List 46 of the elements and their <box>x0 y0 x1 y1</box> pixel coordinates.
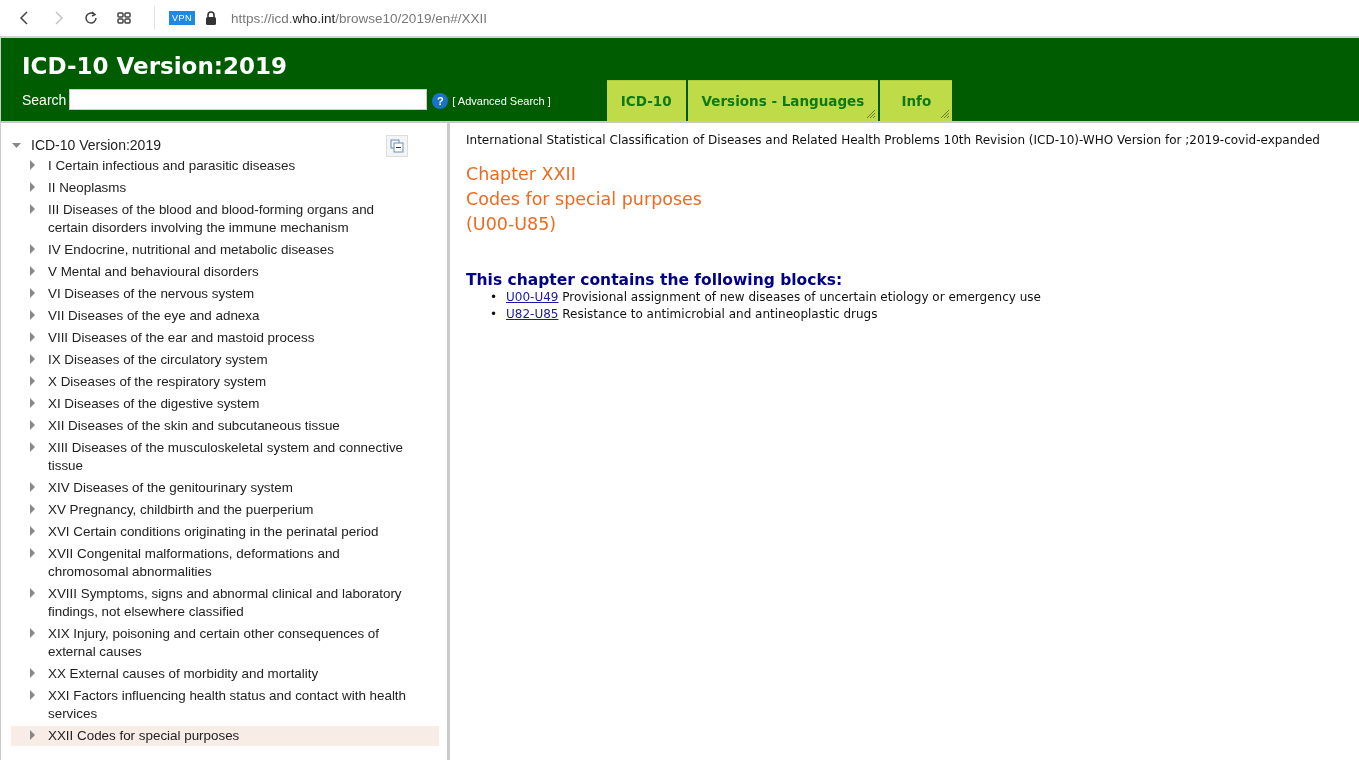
tree-root[interactable]: ICD-10 Version:2019 <box>31 136 161 153</box>
bullet: • <box>490 306 499 323</box>
nav-tab[interactable]: Versions - Languages <box>687 80 879 121</box>
tree-item[interactable]: XII Diseases of the skin and subcutaneous tissue <box>48 417 408 435</box>
tree-item[interactable]: XXII Codes for special purposes <box>48 727 408 745</box>
chapter-range: (U00-U85) <box>466 213 558 236</box>
tree-item[interactable]: VIII Diseases of the ear and mastoid process <box>48 329 408 347</box>
tree-item[interactable]: XIV Diseases of the genitourinary system <box>48 479 408 497</box>
chapter-title: Codes for special purposes <box>466 188 703 211</box>
tree-item[interactable]: XV Pregnancy, childbirth and the puerperium <box>48 501 408 519</box>
vpn-badge[interactable]: VPN <box>169 11 195 25</box>
lock-icon <box>205 11 217 25</box>
tree-item[interactable]: II Neoplasms <box>48 179 408 197</box>
tree-item[interactable]: IX Diseases of the circulatory system <box>48 351 408 369</box>
block-link[interactable]: U82-U85 <box>506 307 559 321</box>
tree-item[interactable]: XVIII Symptoms, signs and abnormal clinical and laboratory findings, not elsewhere classified <box>48 585 408 621</box>
tree-item[interactable]: V Mental and behavioural disorders <box>48 263 408 281</box>
tree-item[interactable]: XVI Certain conditions originating in the perinatal period <box>48 523 408 541</box>
tree-item[interactable]: I Certain infectious and parasitic diseases <box>48 157 408 175</box>
collapse-all-icon[interactable] <box>386 135 408 157</box>
tree-item[interactable]: VII Diseases of the eye and adnexa <box>48 307 408 325</box>
blocks-heading: This chapter contains the following blocks: <box>466 271 844 289</box>
tree-item[interactable]: XXI Factors influencing health status and contact with health services <box>48 687 408 723</box>
tree-item[interactable]: XI Diseases of the digestive system <box>48 395 408 413</box>
chapter-number: Chapter XXII <box>466 163 577 186</box>
nav-tab[interactable]: Info <box>880 80 953 121</box>
tree-item[interactable]: XIX Injury, poisoning and certain other consequences of external causes <box>48 625 408 661</box>
tree-item[interactable]: XVII Congenital malformations, deformations and chromosomal abnormalities <box>48 545 408 581</box>
tree-item[interactable]: IV Endocrine, nutritional and metabolic diseases <box>48 241 408 259</box>
classification-title: International Statistical Classification of Diseases and Related Health Problems 10th Revision (ICD-10)-WHO Version for ;2019-covid-expanded <box>466 132 1321 148</box>
bullet: • <box>490 289 499 306</box>
tree-item[interactable]: XX External causes of morbidity and mortality <box>48 665 408 683</box>
tree-item[interactable]: X Diseases of the respiratory system <box>48 373 408 391</box>
nav-tab[interactable]: ICD-10 <box>606 80 686 121</box>
search-label: Search <box>22 91 67 108</box>
block-link[interactable]: U00-U49 <box>506 290 559 304</box>
help-button[interactable]: ? <box>432 92 449 109</box>
site-title: ICD-10 Version:2019 <box>22 52 288 80</box>
advanced-search-link[interactable]: [ Advanced Search ] <box>452 95 551 107</box>
tree-item[interactable]: VI Diseases of the nervous system <box>48 285 408 303</box>
address-bar[interactable]: https://icd.who.int/browse10/2019/en#/XXII <box>231 10 487 26</box>
tree-item[interactable]: XIII Diseases of the musculoskeletal system and connective tissue <box>48 439 408 475</box>
search-field[interactable] <box>69 89 428 110</box>
tree-item[interactable]: III Diseases of the blood and blood-forming organs and certain disorders involving the immune mechanism <box>48 201 408 237</box>
block-title: Resistance to antimicrobial and antineoplastic drugs <box>562 307 878 321</box>
block-title: Provisional assignment of new diseases of uncertain etiology or emergency use <box>562 290 1041 304</box>
